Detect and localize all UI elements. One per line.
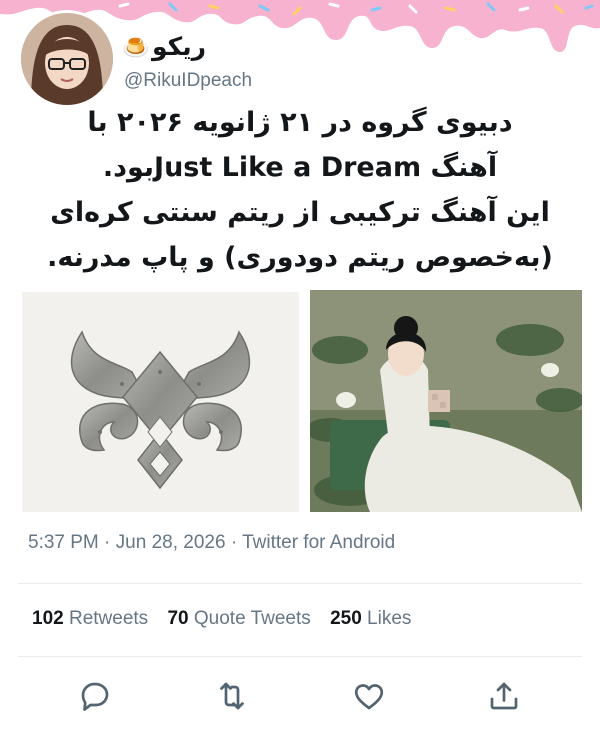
likes-count: 250	[330, 608, 362, 629]
tweet-date: Jun 28, 2026	[115, 532, 226, 553]
tweet-line: دبیوی گروه در ۲۱ ژانویه ۲۰۲۶ با	[87, 107, 513, 138]
share-icon[interactable]	[486, 678, 522, 714]
like-icon[interactable]	[351, 678, 387, 714]
quotes-stat[interactable]: 70 Quote Tweets	[167, 608, 310, 629]
display-name-text: ريكو	[152, 32, 206, 61]
author-handle[interactable]: @RikuIDpeach	[124, 70, 252, 92]
ornament-graphic	[70, 330, 251, 490]
avatar-photo	[21, 13, 113, 105]
reply-icon[interactable]	[77, 678, 113, 714]
retweet-icon[interactable]	[214, 678, 250, 714]
tweet-line: (به‌خصوص ریتم دودوری) و پاپ مدرنه.	[47, 242, 553, 273]
divider	[18, 583, 582, 584]
tweet-actions	[0, 668, 600, 728]
media-image-ornament[interactable]	[22, 292, 299, 512]
quotes-label: Quote Tweets	[193, 608, 311, 629]
retweets-stat[interactable]: 102 Retweets	[32, 608, 148, 629]
author-display-name[interactable]: ريكو	[152, 32, 206, 61]
retweets-count: 102	[32, 608, 64, 629]
tweet-line: این آهنگ ترکیبی از ریتم سنتی کره‌ای	[50, 197, 550, 228]
photo-graphic	[310, 290, 582, 512]
meta-separator: ·	[230, 532, 238, 553]
pudding-emoji-icon: 🍮	[122, 36, 150, 61]
tweet-stats: 102 Retweets 70 Quote Tweets 250 Likes	[32, 608, 411, 630]
likes-label: Likes	[367, 608, 412, 629]
tweet-line: آهنگ Just Like a Dreamبود.	[102, 152, 498, 183]
likes-stat[interactable]: 250 Likes	[330, 608, 411, 629]
tweet-source[interactable]: Twitter for Android	[242, 532, 395, 553]
tweet-text: دبیوی گروه در ۲۱ ژانویه ۲۰۲۶ با آهنگ Jus…	[8, 100, 592, 280]
media-image-photo[interactable]	[310, 290, 582, 512]
tweet-timestamp[interactable]: 5:37 PM · Jun 28, 2026 · Twitter for And…	[28, 532, 395, 554]
tweet-time: 5:37 PM	[28, 532, 99, 553]
retweets-label: Retweets	[68, 608, 149, 629]
avatar[interactable]	[18, 10, 116, 108]
meta-separator: ·	[104, 532, 111, 553]
divider	[18, 656, 582, 657]
quotes-count: 70	[167, 608, 189, 629]
